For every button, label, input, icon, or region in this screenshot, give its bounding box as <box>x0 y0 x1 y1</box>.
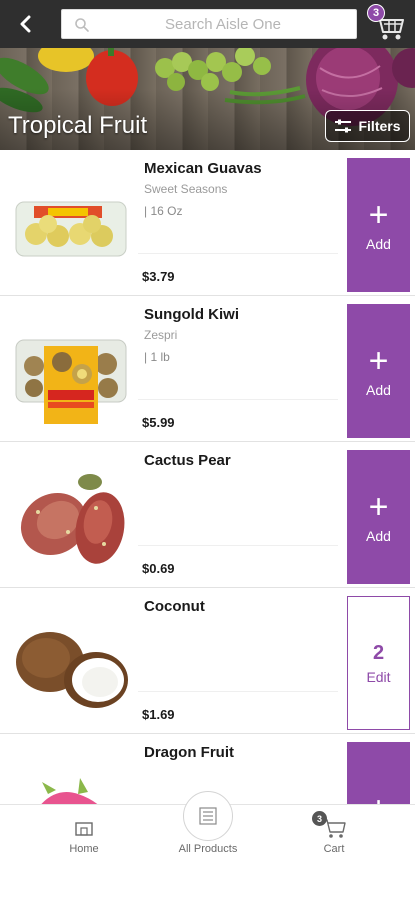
nav-all-products[interactable]: All Products <box>168 791 248 865</box>
all-products-circle <box>183 791 233 841</box>
product-row[interactable]: Coconut $1.69 2 Edit <box>0 588 415 734</box>
nav-cart-badge: 3 <box>312 811 327 826</box>
product-size: | 1 lb <box>144 350 170 364</box>
product-row[interactable]: Mexican Guavas Sweet Seasons | 16 Oz $3.… <box>0 150 415 296</box>
cart-quantity: 2 <box>372 642 385 664</box>
product-price: $5.99 <box>142 415 175 430</box>
row-divider <box>138 691 338 692</box>
search-input[interactable] <box>98 10 348 38</box>
plus-icon: + <box>368 488 389 526</box>
edit-quantity-button[interactable]: 2 Edit <box>347 596 410 730</box>
row-divider <box>138 545 338 546</box>
plus-icon: + <box>369 792 389 804</box>
product-name[interactable]: Mexican Guavas <box>144 160 262 177</box>
nav-home[interactable]: Home <box>54 805 114 865</box>
product-name[interactable]: Sungold Kiwi <box>144 306 239 323</box>
category-banner: Tropical Fruit Filters <box>0 48 415 150</box>
filters-label: Filters <box>358 118 401 134</box>
product-brand: Zespri <box>144 328 178 342</box>
add-button[interactable]: + <box>347 742 410 804</box>
filters-button[interactable]: Filters <box>325 110 410 142</box>
nav-cart-label: Cart <box>323 843 345 855</box>
bottom-navigation: Home All Products 3 Cart <box>0 791 415 865</box>
add-button[interactable]: + Add <box>347 450 410 584</box>
nav-all-products-label: All Products <box>178 843 238 855</box>
add-label: Add <box>366 236 391 252</box>
product-row[interactable]: Sungold Kiwi Zespri | 1 lb $5.99 + Add <box>0 296 415 442</box>
product-size: | 16 Oz <box>144 204 183 218</box>
coconut-image <box>16 632 128 708</box>
add-label: Add <box>366 528 391 544</box>
product-name[interactable]: Cactus Pear <box>144 452 231 469</box>
back-button[interactable] <box>12 10 40 38</box>
kiwi-package-image <box>15 339 127 424</box>
cactus-pear-image <box>20 474 125 564</box>
category-title: Tropical Fruit <box>8 112 148 139</box>
list-icon <box>199 807 217 825</box>
dragon-fruit-image <box>41 778 98 804</box>
search-box[interactable] <box>61 9 357 39</box>
back-arrow-icon <box>20 15 31 33</box>
product-list: Mexican Guavas Sweet Seasons | 16 Oz $3.… <box>0 150 415 804</box>
search-icon <box>75 18 89 32</box>
row-divider <box>138 399 338 400</box>
filters-icon <box>335 119 352 133</box>
add-label: Add <box>366 382 391 398</box>
row-divider <box>138 253 338 254</box>
edit-label: Edit <box>366 669 391 685</box>
nav-home-label: Home <box>69 843 99 855</box>
top-bar: 3 <box>0 0 415 48</box>
product-brand: Sweet Seasons <box>144 182 228 196</box>
add-button[interactable]: + Add <box>347 158 410 292</box>
product-name[interactable]: Dragon Fruit <box>144 744 234 761</box>
add-button[interactable]: + Add <box>347 304 410 438</box>
home-icon <box>75 822 93 836</box>
product-name[interactable]: Coconut <box>144 598 205 615</box>
guava-package-image <box>15 201 127 257</box>
product-price: $3.79 <box>142 269 175 284</box>
product-row[interactable]: Cactus Pear $0.69 + Add <box>0 442 415 588</box>
plus-icon: + <box>368 196 389 234</box>
product-price: $0.69 <box>142 561 175 576</box>
product-price: $1.69 <box>142 707 175 722</box>
cart-button[interactable]: 3 <box>365 4 409 44</box>
nav-cart[interactable]: 3 Cart <box>304 805 364 865</box>
cart-count-badge: 3 <box>367 4 385 22</box>
plus-icon: + <box>368 342 389 380</box>
